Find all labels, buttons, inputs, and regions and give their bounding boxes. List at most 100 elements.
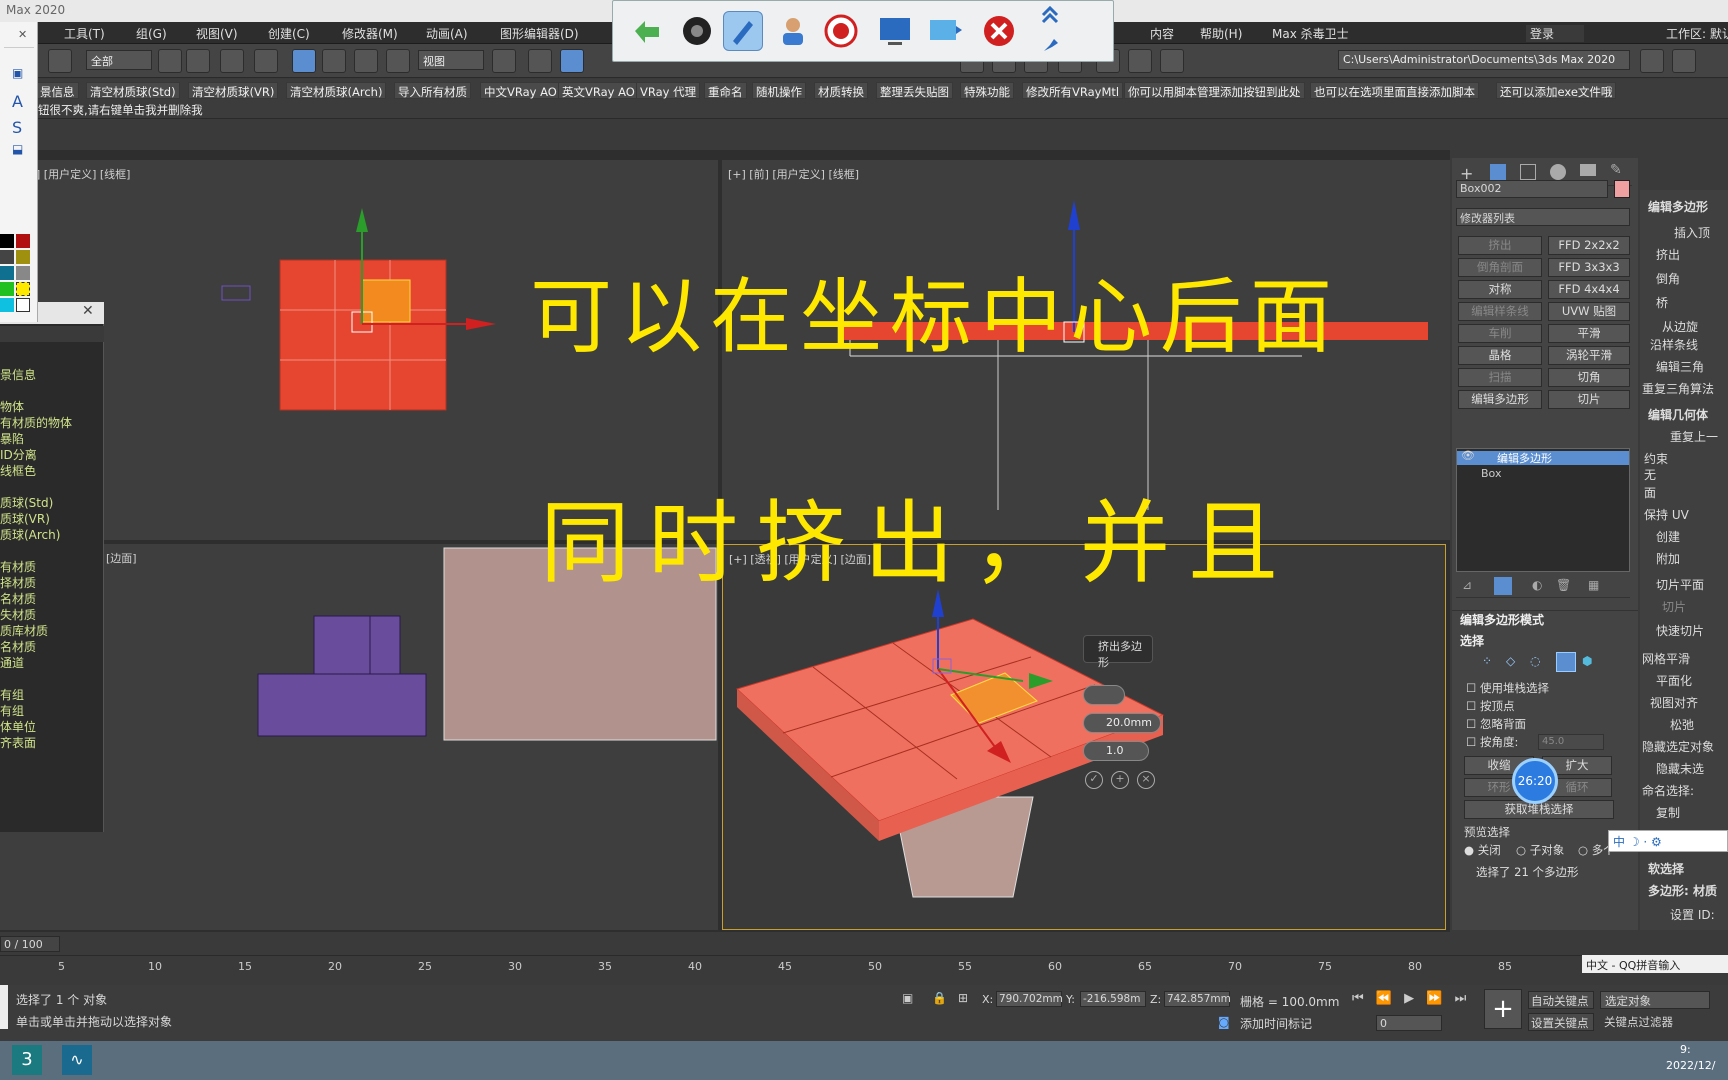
login-button[interactable]: 登录 xyxy=(1526,25,1585,42)
rollout-selection[interactable]: 选择 xyxy=(1452,632,1638,649)
script-btn-random[interactable]: 随机操作 xyxy=(752,82,806,99)
hierarchy-tab-icon[interactable] xyxy=(1520,164,1536,180)
show-end-result-icon[interactable] xyxy=(1494,577,1512,595)
opt-stack-selection[interactable]: ☐ 使用堆栈选择 xyxy=(1466,680,1549,696)
pin-stack-icon[interactable]: ⊿ xyxy=(1462,578,1472,592)
fullscreen-icon[interactable] xyxy=(875,11,915,51)
caddy-cancel-icon[interactable]: × xyxy=(1137,771,1155,789)
eye-icon[interactable]: 👁 xyxy=(1461,449,1475,462)
rp-poly-material[interactable]: 多边形: 材质 xyxy=(1648,882,1717,899)
pin-icon[interactable] xyxy=(1035,33,1065,57)
color-swatch-olive[interactable] xyxy=(16,250,30,264)
rp-attach[interactable]: 附加 xyxy=(1656,550,1680,567)
rp-insert-vertex[interactable]: 插入顶 xyxy=(1674,224,1710,241)
ime-toolbar[interactable]: 中 ☽ · ⚙ xyxy=(1608,830,1728,852)
menu-animation[interactable]: 动画(A) xyxy=(426,25,468,42)
mod-btn-ffd2[interactable]: FFD 2x2x2 xyxy=(1548,236,1630,255)
caddy-type-select[interactable] xyxy=(1083,685,1125,705)
scene-item[interactable]: 失材质 xyxy=(0,606,36,623)
mod-btn-edit-poly[interactable]: 编辑多边形 xyxy=(1458,390,1542,409)
element-icon[interactable]: ⬢ xyxy=(1582,654,1592,668)
menu-group[interactable]: 组(G) xyxy=(136,25,167,42)
select-by-name-icon[interactable] xyxy=(186,49,210,73)
vertex-icon[interactable]: ⁘ xyxy=(1482,654,1492,668)
border-icon[interactable]: ◌ xyxy=(1530,654,1540,668)
menu-views[interactable]: 视图(V) xyxy=(196,25,238,42)
rp-header-edit-poly[interactable]: 编辑多边形 xyxy=(1648,198,1708,215)
mod-btn-smooth[interactable]: 平滑 xyxy=(1548,324,1630,343)
menu-graph-editors[interactable]: 图形编辑器(D) xyxy=(500,25,579,42)
viewport-left[interactable]: [边面] xyxy=(0,544,718,930)
scene-item[interactable]: 物体 xyxy=(0,398,24,415)
mod-btn-lathe[interactable]: 车削 xyxy=(1458,324,1542,343)
scene-item[interactable]: 体单位 xyxy=(0,718,36,735)
mod-btn-lattice[interactable]: 晶格 xyxy=(1458,346,1542,365)
rp-quickslice[interactable]: 快速切片 xyxy=(1656,622,1704,639)
scene-item[interactable]: 景信息 xyxy=(0,366,36,383)
polygon-icon[interactable] xyxy=(1556,652,1576,672)
mod-btn-ffd3[interactable]: FFD 3x3x3 xyxy=(1548,258,1630,277)
scene-item[interactable]: ID分离 xyxy=(0,446,37,463)
angle-spinner[interactable]: 45.0 xyxy=(1538,734,1604,750)
mod-btn-edit-spline[interactable]: 编辑样条线 xyxy=(1458,302,1542,321)
menu-tools[interactable]: 工具(T) xyxy=(64,25,105,42)
pivot-center-icon[interactable] xyxy=(492,49,516,73)
y-coord-field[interactable]: -216.598m xyxy=(1080,991,1146,1007)
opt-by-angle[interactable]: ☐ 按角度: xyxy=(1466,734,1518,750)
utilities-tab-icon[interactable]: ✎ xyxy=(1610,162,1622,178)
rp-bevel[interactable]: 倒角 xyxy=(1656,270,1680,287)
set-key-mode-button[interactable]: 设置关键点 xyxy=(1528,1013,1594,1031)
scene-item[interactable]: 质库材质 xyxy=(0,622,48,639)
scene-item[interactable]: 择材质 xyxy=(0,574,36,591)
script-btn-rename[interactable]: 重命名 xyxy=(704,82,747,99)
rp-constraint-face[interactable]: 面 xyxy=(1644,484,1656,501)
scene-item[interactable]: 齐表面 xyxy=(0,734,36,751)
caddy-height-field[interactable]: 20.0mm xyxy=(1083,713,1161,733)
menu-antivirus[interactable]: Max 杀毒卫士 xyxy=(1272,25,1349,42)
pointer-icon[interactable]: ▣ xyxy=(12,66,23,80)
rp-create[interactable]: 创建 xyxy=(1656,528,1680,545)
script-btn-import-mats[interactable]: 导入所有材质 xyxy=(394,82,471,99)
color-swatch-white[interactable] xyxy=(16,298,30,312)
mod-btn-bevel-profile[interactable]: 倒角剖面 xyxy=(1458,258,1542,277)
link-icon[interactable] xyxy=(48,49,72,73)
script-btn-hint3[interactable]: 还可以添加exe文件哦 xyxy=(1496,82,1617,99)
scene-item[interactable]: 质球(Arch) xyxy=(0,526,60,543)
mod-btn-chamfer[interactable]: 切角 xyxy=(1548,368,1630,387)
rp-copy[interactable]: 复制 xyxy=(1656,804,1680,821)
rp-relax[interactable]: 松弛 xyxy=(1670,716,1694,733)
absolute-mode-icon[interactable]: ⊞ xyxy=(958,991,968,1005)
rp-slice[interactable]: 切片 xyxy=(1662,598,1686,615)
ime-mode-icon[interactable]: 中 ☽ · ⚙ xyxy=(1613,835,1662,849)
menu-modifiers[interactable]: 修改器(M) xyxy=(342,25,398,42)
eraser-tool-icon[interactable]: ⬓ xyxy=(12,142,23,156)
isolate-icon[interactable]: ▣ xyxy=(902,991,913,1005)
modify-tab-icon[interactable] xyxy=(1490,164,1506,180)
script-btn-vray-ao-cn[interactable]: 中文VRay AO xyxy=(480,82,561,99)
caddy-outline-field[interactable]: 1.0 xyxy=(1083,741,1149,761)
script-btn-clear-std[interactable]: 清空材质球(Std) xyxy=(86,82,180,99)
z-coord-field[interactable]: 742.857mm xyxy=(1164,991,1231,1007)
scene-item[interactable]: 通道 xyxy=(0,654,24,671)
script-btn-hint1[interactable]: 你可以用脚本管理添加按钮到此处 xyxy=(1124,82,1305,99)
mod-btn-sweep[interactable]: 扫描 xyxy=(1458,368,1542,387)
scene-item[interactable]: 有材质的物体 xyxy=(0,414,72,431)
modifier-stack[interactable]: 👁 编辑多边形 Box xyxy=(1456,448,1630,572)
scene-item[interactable]: 有组 xyxy=(0,702,24,719)
time-tag-icon[interactable]: ◙ xyxy=(1218,1015,1230,1029)
select-object-icon[interactable] xyxy=(158,49,182,73)
menu-create[interactable]: 创建(C) xyxy=(268,25,310,42)
maxscript-listener[interactable] xyxy=(0,985,8,1029)
scene-item[interactable]: 名材质 xyxy=(0,638,36,655)
auto-key-button[interactable]: 自动关键点 xyxy=(1528,991,1594,1009)
script-btn-clear-arch[interactable]: 清空材质球(Arch) xyxy=(286,82,387,99)
scene-item[interactable]: 有材质 xyxy=(0,558,36,575)
color-swatch-gray[interactable] xyxy=(0,250,14,264)
project-settings-icon[interactable] xyxy=(1672,49,1696,73)
scene-item[interactable]: 质球(VR) xyxy=(0,510,50,527)
script-btn-clear-vr[interactable]: 清空材质球(VR) xyxy=(188,82,279,99)
preview-subobject-radio[interactable]: ○ 子对象 xyxy=(1516,842,1564,858)
script-btn-vray-ao-en[interactable]: 英文VRay AO xyxy=(558,82,639,99)
scale-icon[interactable] xyxy=(354,49,378,73)
move-icon[interactable] xyxy=(292,49,316,73)
